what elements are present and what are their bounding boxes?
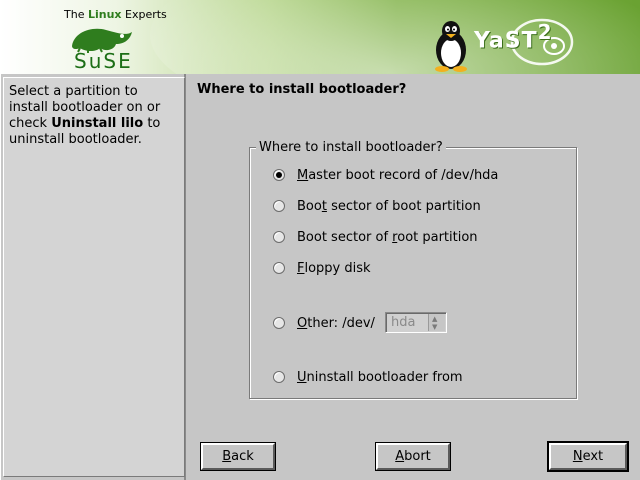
yast-wordmark: YaST2 (474, 20, 553, 53)
radio-button[interactable] (273, 262, 285, 274)
other-device-spinbox[interactable]: hda ▲ ▼ (385, 312, 447, 333)
tux-penguin-icon (435, 21, 467, 72)
group-label: Where to install bootloader? (256, 140, 446, 155)
radio-button[interactable] (273, 317, 285, 329)
back-button[interactable]: Back (200, 442, 276, 471)
tagline-brand: Linux (87, 8, 122, 21)
radio-mbr[interactable]: Master boot record of /dev/hda (273, 166, 498, 184)
radio-label-boot-partition[interactable]: Boot sector of boot partition (297, 199, 481, 214)
radio-label-floppy[interactable]: Floppy disk (297, 261, 371, 276)
next-button[interactable]: Next (547, 441, 629, 472)
radio-button[interactable] (273, 200, 285, 212)
tagline-post: Experts (121, 8, 167, 21)
radio-floppy[interactable]: Floppy disk (273, 259, 371, 277)
abort-button-label: Abort (395, 449, 431, 464)
radio-button[interactable] (273, 231, 285, 243)
radio-label-mbr[interactable]: Master boot record of /dev/hda (297, 168, 498, 183)
radio-button-checked[interactable] (273, 169, 285, 181)
radio-boot-partition[interactable]: Boot sector of boot partition (273, 197, 481, 215)
back-button-label: Back (222, 449, 254, 464)
page-title: Where to install bootloader? (197, 82, 407, 97)
radio-uninstall[interactable]: Uninstall bootloader from (273, 368, 463, 386)
spin-up-icon[interactable]: ▲ (432, 315, 437, 323)
spin-arrows[interactable]: ▲ ▼ (428, 314, 445, 331)
radio-label-other[interactable]: Other: /dev/ (297, 316, 375, 331)
other-device-value: hda (391, 315, 416, 330)
yast-name: YaST (474, 28, 538, 54)
help-panel: Select a partition to install bootloader… (0, 74, 186, 480)
radio-label-uninstall[interactable]: Uninstall bootloader from (297, 370, 463, 385)
spin-down-icon[interactable]: ▼ (432, 323, 437, 331)
radio-other[interactable]: Other: /dev/ (273, 314, 375, 332)
suse-wordmark: SuSE (74, 49, 133, 73)
tagline-pre: The (64, 8, 88, 21)
abort-button[interactable]: Abort (375, 442, 451, 471)
radio-button[interactable] (273, 371, 285, 383)
next-button-label: Next (572, 449, 604, 464)
header-banner: The Linux Experts SuSE YaST2 (0, 0, 640, 74)
radio-label-root-partition[interactable]: Boot sector of root partition (297, 230, 478, 245)
help-text-bold: Uninstall lilo (51, 116, 144, 131)
help-text-box[interactable]: Select a partition to install bootloader… (3, 77, 185, 477)
radio-root-partition[interactable]: Boot sector of root partition (273, 228, 478, 246)
yast-version: 2 (537, 20, 553, 44)
suse-tagline: The Linux Experts (64, 8, 167, 21)
